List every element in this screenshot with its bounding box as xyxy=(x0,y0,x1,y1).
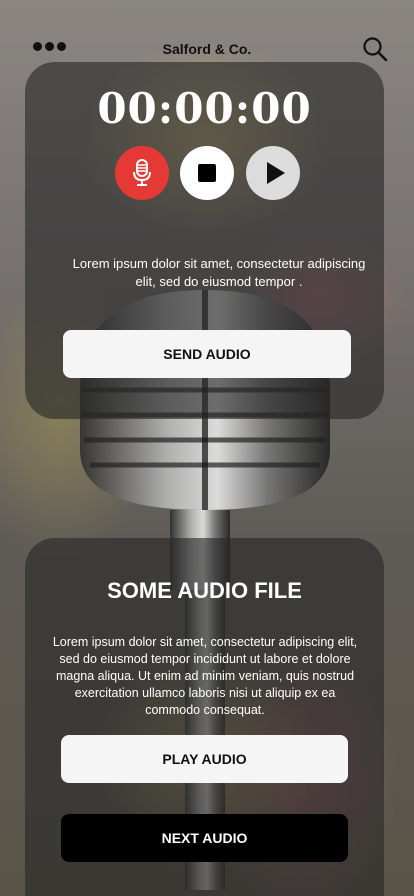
play-button[interactable] xyxy=(246,146,300,200)
play-icon xyxy=(266,162,285,184)
audio-file-description: Lorem ipsum dolor sit amet, consectetur … xyxy=(52,635,358,717)
audio-file-title: SOME AUDIO FILE xyxy=(107,578,302,603)
recorder-card: 00:00:00 Lorem ipsum dolor sit amet, con… xyxy=(25,62,384,419)
brand-title: Salford & Co. xyxy=(162,41,252,57)
stop-button[interactable] xyxy=(180,146,234,200)
play-audio-button[interactable]: PLAY AUDIO xyxy=(61,735,348,783)
search-icon[interactable] xyxy=(362,36,388,62)
recorder-controls xyxy=(25,146,384,200)
send-audio-button[interactable]: SEND AUDIO xyxy=(63,330,351,378)
recorder-description: Lorem ipsum dolor sit amet, consectetur … xyxy=(72,256,366,289)
record-button[interactable] xyxy=(115,146,169,200)
next-audio-button[interactable]: NEXT AUDIO xyxy=(61,814,348,862)
audio-file-card: SOME AUDIO FILE Lorem ipsum dolor sit am… xyxy=(25,538,384,896)
recording-timer: 00:00:00 xyxy=(97,84,312,133)
microphone-icon xyxy=(133,159,151,186)
stop-icon xyxy=(198,164,216,182)
